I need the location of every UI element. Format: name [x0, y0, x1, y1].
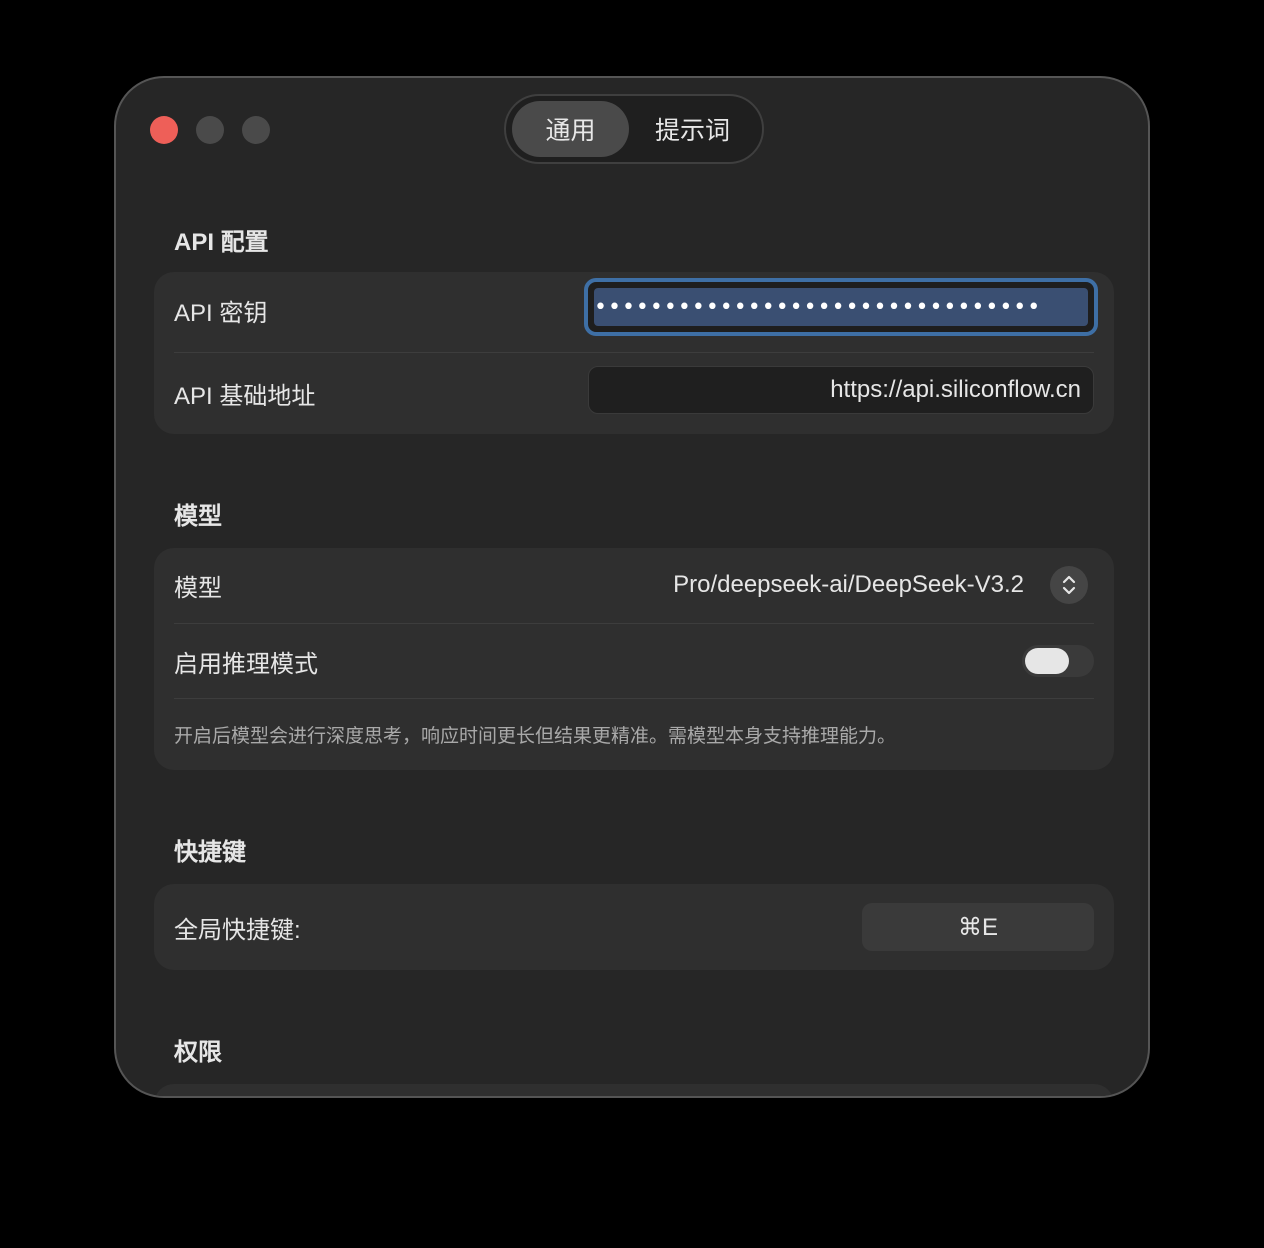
- reasoning-hint: 开启后模型会进行深度思考，响应时间更长但结果更精准。需模型本身支持推理能力。: [174, 725, 897, 747]
- section-title-shortcut: 快捷键: [174, 839, 246, 866]
- permissions-card: [154, 1084, 1114, 1096]
- settings-window: 通用 提示词 API 配置 API 密钥 •••••••••••••••••••…: [114, 76, 1150, 1098]
- model-card: 模型 Pro/deepseek-ai/DeepSeek-V3.2 启用推理模式: [154, 548, 1114, 770]
- api-base-url-field[interactable]: https://api.siliconflow.cn: [588, 366, 1094, 414]
- toggle-knob: [1025, 648, 1069, 674]
- chevron-up-down-icon[interactable]: [1050, 566, 1088, 604]
- reasoning-hint-row: 开启后模型会进行深度思考，响应时间更长但结果更精准。需模型本身支持推理能力。: [174, 699, 1094, 769]
- api-key-field[interactable]: ••••••••••••••••••••••••••••••••: [584, 278, 1098, 336]
- reasoning-label: 启用推理模式: [174, 650, 318, 678]
- close-button[interactable]: [150, 116, 178, 144]
- global-shortcut-row: 全局快捷键: ⌘E: [174, 884, 1094, 970]
- section-title-api: API 配置: [174, 229, 269, 256]
- tab-prompts[interactable]: 提示词: [629, 101, 756, 157]
- global-shortcut-label: 全局快捷键:: [174, 916, 301, 944]
- shortcut-card: 全局快捷键: ⌘E: [154, 884, 1114, 970]
- tab-segmented-control: 通用 提示词: [504, 94, 764, 164]
- section-title-permissions: 权限: [174, 1039, 222, 1066]
- minimize-button[interactable]: [196, 116, 224, 144]
- global-shortcut-recorder[interactable]: ⌘E: [862, 903, 1094, 951]
- api-card: API 密钥 •••••••••••••••••••••••••••••••• …: [154, 272, 1114, 434]
- tab-general[interactable]: 通用: [512, 101, 630, 157]
- reasoning-row: 启用推理模式: [174, 624, 1094, 698]
- model-label: 模型: [174, 574, 222, 602]
- model-row[interactable]: 模型 Pro/deepseek-ai/DeepSeek-V3.2: [174, 548, 1094, 622]
- divider: [174, 352, 1094, 353]
- api-base-url-label: API 基础地址: [174, 382, 316, 410]
- reasoning-toggle[interactable]: [1022, 645, 1094, 677]
- maximize-button[interactable]: [242, 116, 270, 144]
- section-title-model: 模型: [174, 503, 222, 530]
- api-key-label: API 密钥: [174, 299, 268, 327]
- api-key-value: ••••••••••••••••••••••••••••••••: [594, 288, 1088, 326]
- model-select-value[interactable]: Pro/deepseek-ai/DeepSeek-V3.2: [673, 571, 1024, 599]
